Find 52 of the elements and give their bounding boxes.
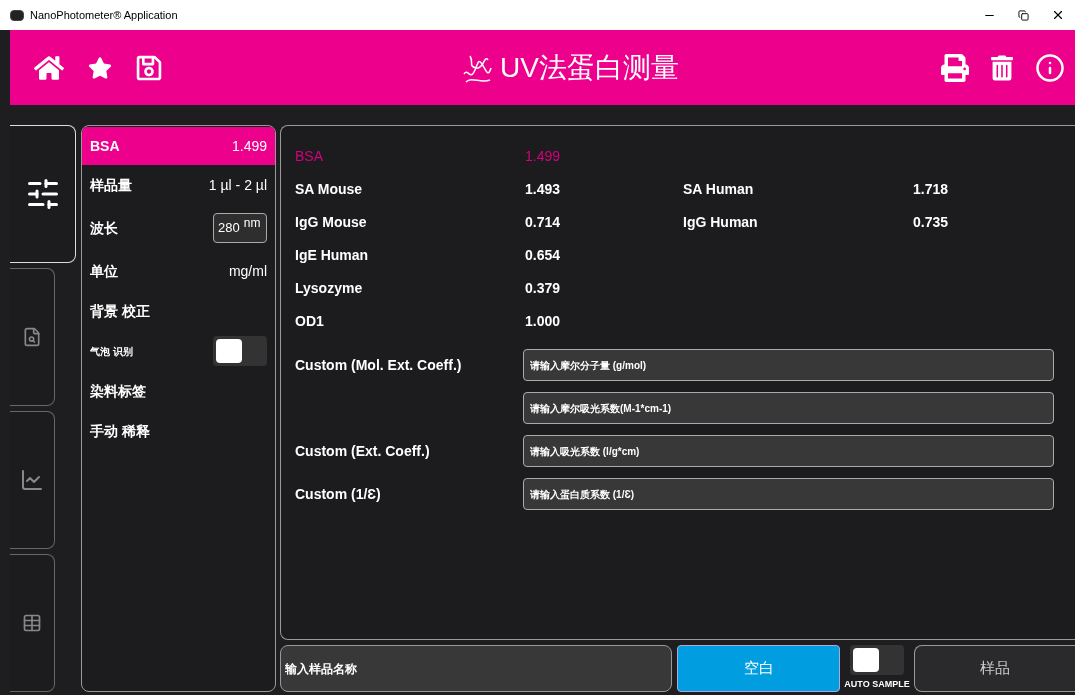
save-icon[interactable] <box>136 53 162 82</box>
setting-label: 单位 <box>90 261 118 281</box>
restore-icon[interactable] <box>1018 9 1029 21</box>
protein-option[interactable]: IgG Human 0.735 <box>683 212 1071 233</box>
print-icon[interactable] <box>941 53 969 82</box>
coefficient-field[interactable]: 请输入吸光系数 (l/g*cm) <box>523 435 1054 467</box>
page-title: UV法蛋白测量 <box>500 50 679 85</box>
setting-row[interactable]: 背景 校正 <box>82 291 275 331</box>
auto-sample-toggle[interactable] <box>850 645 904 675</box>
document-search-icon <box>22 327 42 347</box>
sample-name-field[interactable]: 输入样品名称 <box>280 645 672 692</box>
auto-sample-label: AUTO SAMPLE <box>844 678 910 691</box>
wavelength-field[interactable]: 280 nm <box>213 213 267 243</box>
bubble-toggle[interactable] <box>213 336 267 366</box>
setting-row[interactable]: 样品量 1 µl - 2 µl <box>82 165 275 205</box>
protein-option[interactable]: SA Human 1.718 <box>683 179 1071 200</box>
close-icon[interactable] <box>1051 8 1065 22</box>
custom-label: Custom (Mol. Ext. Coeff.) <box>295 357 462 373</box>
setting-row[interactable]: BSA 1.499 <box>82 127 275 165</box>
protein-option[interactable]: SA Mouse 1.493 <box>295 179 683 200</box>
coefficient-field[interactable]: 请输入摩尔分子量 (g/mol) <box>523 349 1054 381</box>
line-chart-icon <box>20 468 44 492</box>
info-icon[interactable] <box>1035 52 1065 83</box>
custom-label: Custom (1/Ɛ) <box>295 486 381 502</box>
setting-value: 1.499 <box>231 136 267 156</box>
setting-row[interactable]: 单位 mg/ml <box>82 251 275 291</box>
sample-button[interactable]: 样品 <box>914 645 1075 692</box>
setting-label: 样品量 <box>90 175 132 195</box>
setting-row[interactable]: 染料标签 <box>82 371 275 411</box>
window-title: NanoPhotometer® Application <box>30 7 178 23</box>
setting-row[interactable]: 手动 稀释 <box>82 411 275 451</box>
star-icon[interactable] <box>88 55 112 80</box>
coefficient-field[interactable]: 请输入蛋白质系数 (1/Ɛ) <box>523 478 1054 510</box>
coefficient-field[interactable]: 请输入摩尔吸光系数(M-1*cm-1) <box>523 392 1054 424</box>
setting-row[interactable]: 波长 280 nm <box>82 205 275 251</box>
protein-option[interactable]: IgG Mouse 0.714 <box>295 212 683 233</box>
setting-label: 波长 <box>90 218 118 238</box>
setting-label: 手动 稀释 <box>90 421 150 441</box>
setting-label: 背景 校正 <box>90 301 150 321</box>
setting-label: BSA <box>90 136 120 156</box>
app-icon <box>10 9 24 21</box>
protein-option[interactable]: IgE Human 0.654 <box>295 245 683 266</box>
setting-label: 气泡 识别 <box>90 344 133 359</box>
protein-option[interactable]: Lysozyme 0.379 <box>295 278 683 299</box>
setting-row[interactable]: 气泡 识别 <box>82 331 275 371</box>
setting-label: 染料标签 <box>90 381 146 401</box>
custom-label: Custom (Ext. Coeff.) <box>295 443 430 459</box>
protein-option[interactable]: OD1 1.000 <box>295 311 683 332</box>
setting-value: 1 µl - 2 µl <box>208 175 267 195</box>
table-icon <box>22 613 42 633</box>
trash-icon[interactable] <box>991 53 1013 82</box>
setting-value: mg/ml <box>228 261 267 281</box>
